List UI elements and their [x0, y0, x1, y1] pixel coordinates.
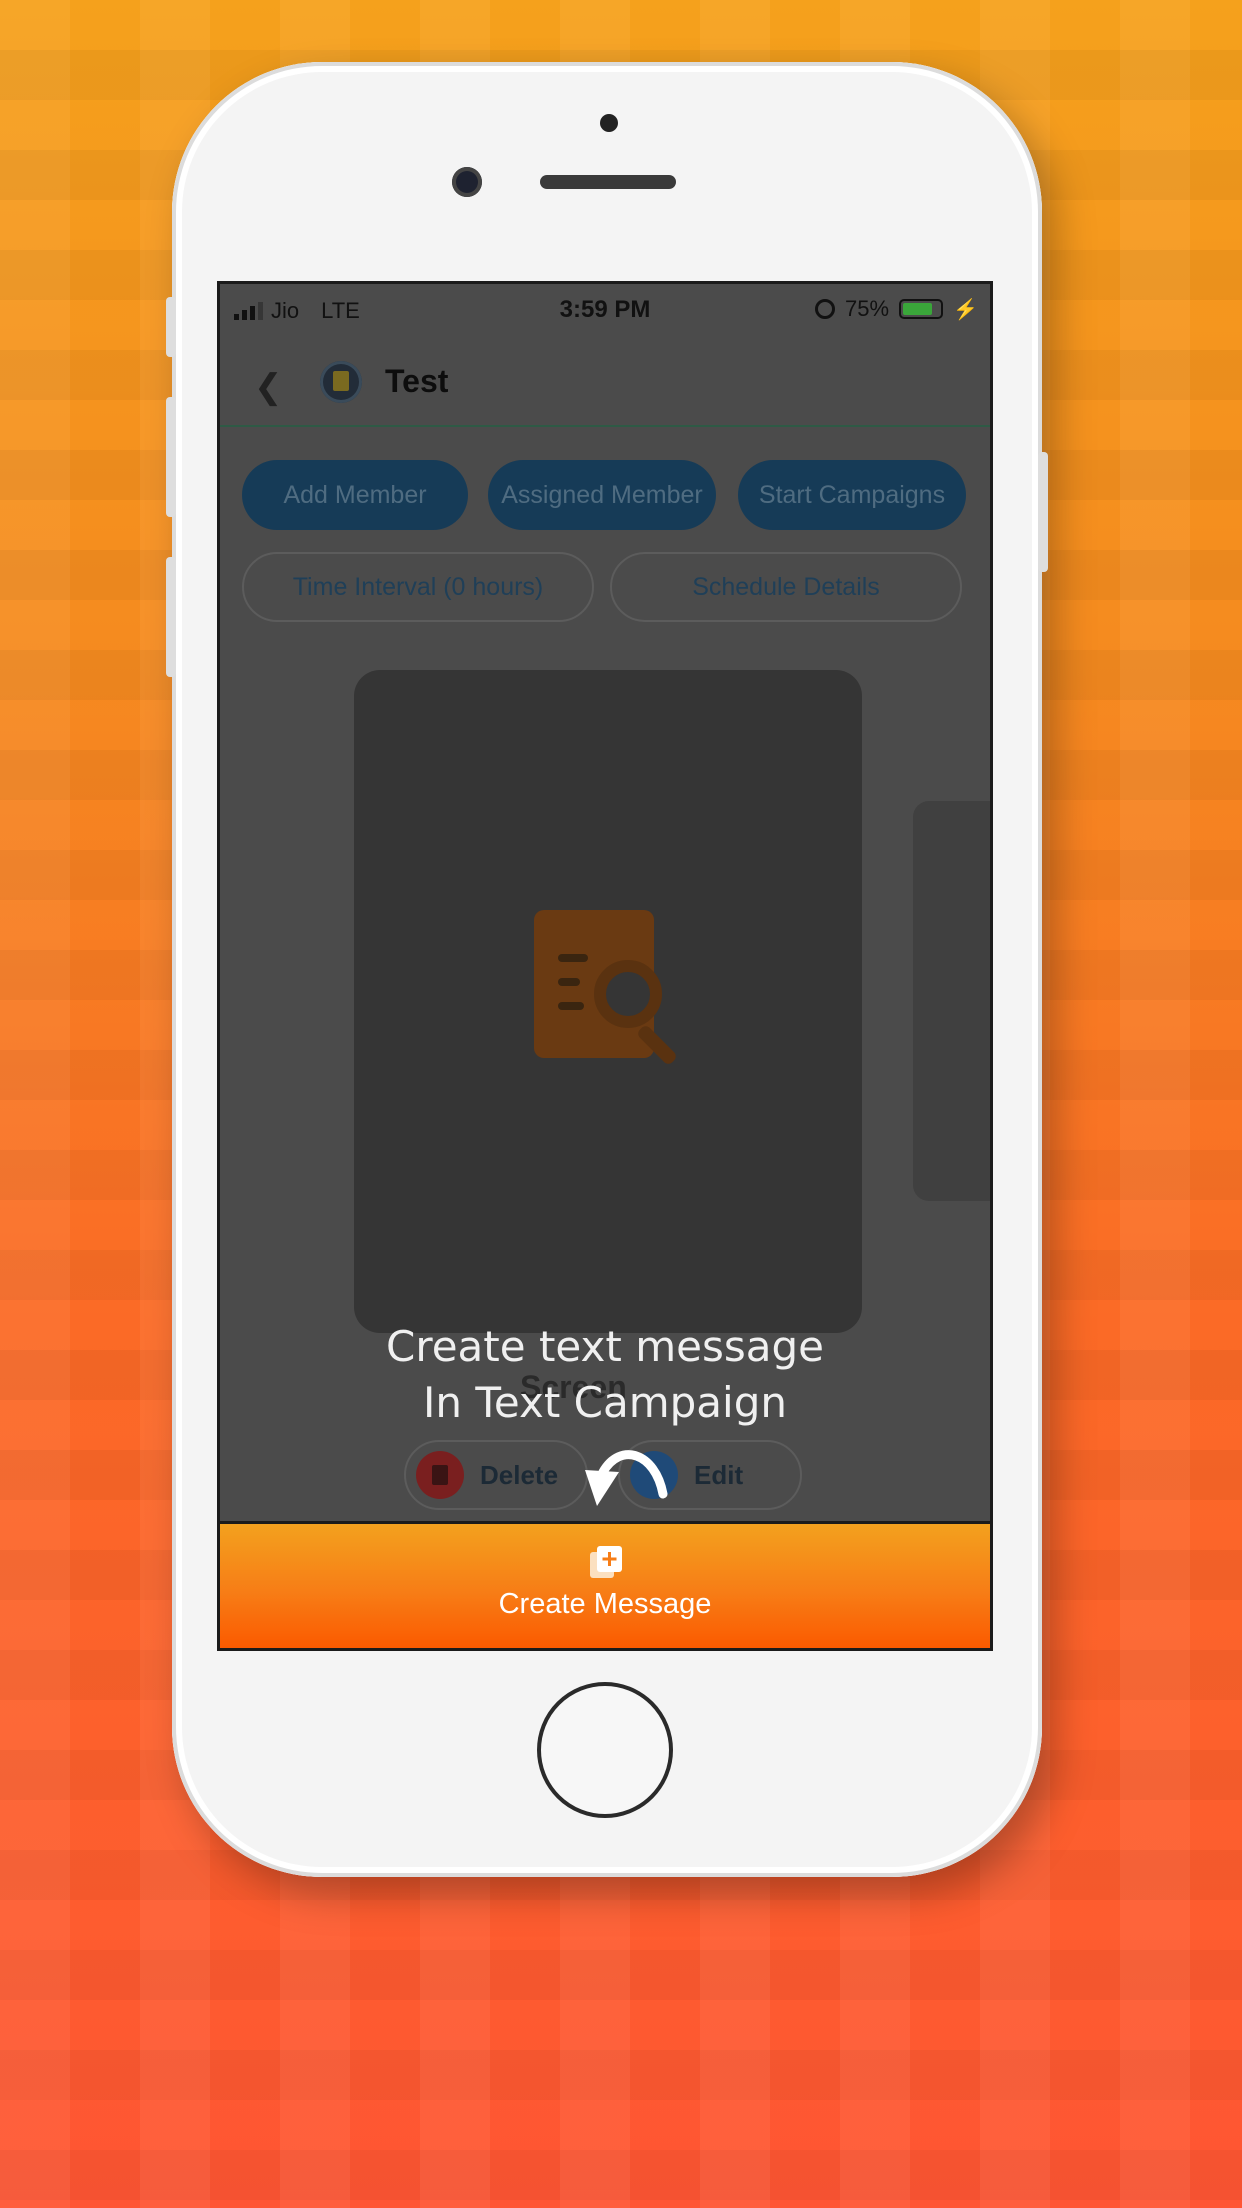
next-message-card[interactable] [913, 801, 990, 1201]
tutorial-line-2: In Text Campaign [423, 1378, 787, 1427]
assigned-member-button[interactable]: Assigned Member [488, 460, 716, 530]
mute-switch [166, 297, 176, 357]
delete-button[interactable]: Delete [404, 1440, 588, 1510]
app-avatar-icon [320, 361, 362, 403]
schedule-details-button[interactable]: Schedule Details [610, 552, 962, 622]
app-header: ❮ Test [220, 339, 990, 427]
add-copy-icon [590, 1546, 622, 1578]
volume-up-button [166, 397, 176, 517]
tutorial-caption: Create text message In Text Campaign [220, 1319, 990, 1431]
volume-down-button [166, 557, 176, 677]
chevron-left-icon[interactable]: ❮ [254, 367, 283, 407]
create-message-button[interactable]: Create Message [220, 1521, 990, 1648]
message-card[interactable] [354, 670, 862, 1333]
front-camera [452, 167, 482, 197]
edit-label: Edit [694, 1459, 744, 1490]
status-bar: Jio LTE 3:59 PM 75% ⚡ [220, 284, 990, 334]
charging-icon: ⚡ [953, 298, 978, 321]
start-campaigns-button[interactable]: Start Campaigns [738, 460, 966, 530]
earpiece-speaker [540, 175, 676, 189]
proximity-sensor [600, 114, 618, 132]
tutorial-line-1: Create text message [386, 1322, 824, 1371]
add-member-button[interactable]: Add Member [242, 460, 468, 530]
power-button [1038, 452, 1048, 572]
battery-icon [899, 299, 944, 319]
trash-icon [416, 1451, 464, 1499]
time-interval-button[interactable]: Time Interval (0 hours) [242, 552, 594, 622]
rotation-lock-icon [815, 299, 836, 319]
page-title: Test [385, 363, 449, 399]
create-message-label: Create Message [498, 1588, 712, 1620]
delete-label: Delete [480, 1459, 559, 1490]
home-button[interactable] [537, 1682, 673, 1818]
phone-frame: Jio LTE 3:59 PM 75% ⚡ ❮ Test Add Member … [166, 62, 1048, 1877]
battery-percent: 75% [845, 296, 890, 321]
app-screen: Jio LTE 3:59 PM 75% ⚡ ❮ Test Add Member … [217, 281, 993, 1651]
curved-arrow-icon [585, 1450, 668, 1506]
